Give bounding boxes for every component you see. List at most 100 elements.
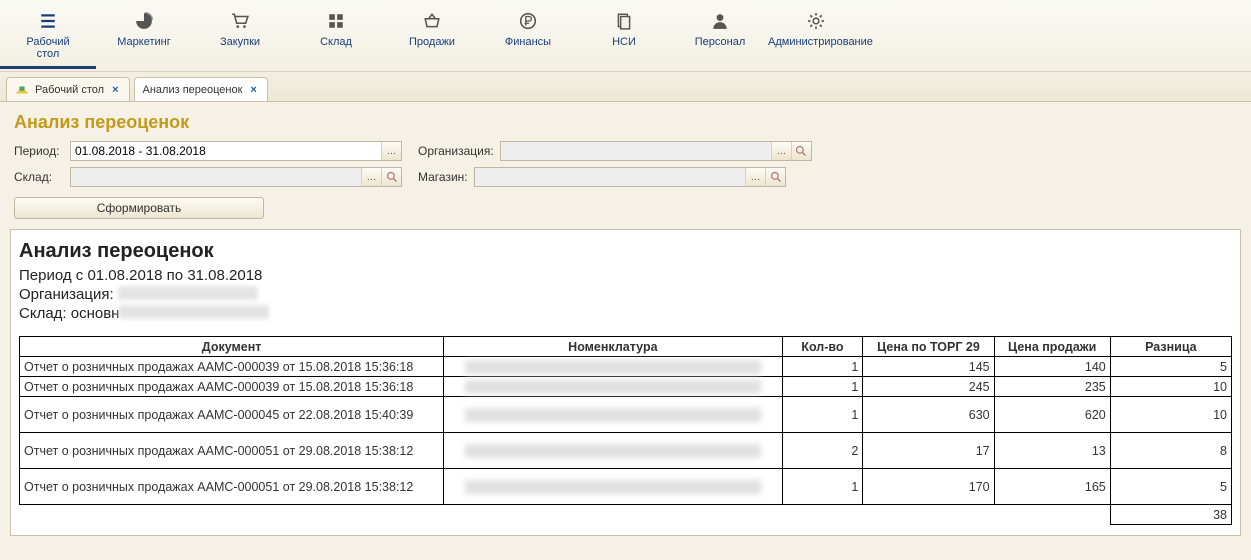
nav-item-cart[interactable]: Закупки: [192, 6, 288, 69]
nav-item-basket[interactable]: Продажи: [384, 6, 480, 69]
col-sale-price: Цена продажи: [994, 337, 1110, 357]
report-org-line: Организация:: [19, 286, 1232, 303]
cell-torg29: 245: [863, 377, 994, 397]
cell-qty: 2: [782, 433, 863, 469]
report-warehouse-line: Склад: основн: [19, 305, 1232, 322]
docs-icon: [576, 10, 672, 32]
warehouse-search-button[interactable]: [381, 168, 401, 186]
org-input[interactable]: [501, 142, 771, 160]
cell-diff: 5: [1110, 469, 1231, 505]
person-icon: [672, 10, 768, 32]
cell-sale: 235: [994, 377, 1110, 397]
ruble-icon: [480, 10, 576, 32]
cell-qty: 1: [782, 377, 863, 397]
store-field[interactable]: …: [474, 167, 786, 187]
table-row: Отчет о розничных продажах ААМС-000039 о…: [20, 377, 1232, 397]
generate-button[interactable]: Сформировать: [14, 197, 264, 219]
store-input[interactable]: [475, 168, 745, 186]
cell-document: Отчет о розничных продажах ААМС-000045 о…: [20, 397, 444, 433]
nav-label: НСИ: [576, 36, 672, 48]
basket-icon: [384, 10, 480, 32]
period-input[interactable]: [71, 142, 381, 160]
nav-item-ruble[interactable]: Финансы: [480, 6, 576, 69]
tab-close-icon[interactable]: ×: [110, 84, 120, 96]
tab-0[interactable]: Рабочий стол ×: [6, 77, 130, 101]
col-document: Документ: [20, 337, 444, 357]
nav-item-pie[interactable]: Маркетинг: [96, 6, 192, 69]
warehouse-field[interactable]: …: [70, 167, 402, 187]
col-quantity: Кол-во: [782, 337, 863, 357]
org-ellipsis-button[interactable]: …: [771, 142, 791, 160]
table-row: Отчет о розничных продажах ААМС-000039 о…: [20, 357, 1232, 377]
nav-label: Персонал: [672, 36, 768, 48]
tab-1[interactable]: Анализ переоценок ×: [134, 77, 268, 101]
cell-diff: 10: [1110, 377, 1231, 397]
cart-icon: [192, 10, 288, 32]
redacted-nomenclature: [465, 360, 761, 374]
nav-item-menu[interactable]: Рабочийстол: [0, 6, 96, 69]
col-nomenclature: Номенклатура: [444, 337, 782, 357]
cell-sale: 140: [994, 357, 1110, 377]
cell-qty: 1: [782, 469, 863, 505]
cell-document: Отчет о розничных продажах ААМС-000039 о…: [20, 357, 444, 377]
redacted-nomenclature: [465, 408, 761, 422]
report-area: Анализ переоценок Период с 01.08.2018 по…: [10, 229, 1241, 536]
redacted-warehouse: [119, 305, 269, 319]
table-row: Отчет о розничных продажах ААМС-000051 о…: [20, 433, 1232, 469]
nav-item-gear[interactable]: Администрирование: [768, 6, 864, 69]
store-search-button[interactable]: [765, 168, 785, 186]
cell-nomenclature: [444, 433, 782, 469]
report-org-prefix: Организация:: [19, 286, 114, 303]
cell-sale: 620: [994, 397, 1110, 433]
nav-item-docs[interactable]: НСИ: [576, 6, 672, 69]
period-ellipsis-button[interactable]: …: [381, 142, 401, 160]
desktop-icon: [15, 83, 29, 97]
page-title: Анализ переоценок: [0, 102, 1251, 141]
org-label: Организация:: [418, 144, 494, 158]
nav-item-person[interactable]: Персонал: [672, 6, 768, 69]
store-ellipsis-button[interactable]: …: [745, 168, 765, 186]
filter-panel: Период: … Организация: … Склад: … Магази…: [0, 141, 1251, 187]
warehouse-ellipsis-button[interactable]: …: [361, 168, 381, 186]
store-label: Магазин:: [418, 170, 468, 184]
warehouse-label: Склад:: [14, 170, 64, 184]
nav-label: Закупки: [192, 36, 288, 48]
nav-label: Администрирование: [768, 36, 864, 48]
grid-icon: [288, 10, 384, 32]
menu-icon: [0, 10, 96, 32]
cell-qty: 1: [782, 397, 863, 433]
period-label: Период:: [14, 144, 64, 158]
org-field[interactable]: …: [500, 141, 812, 161]
nav-label: Склад: [288, 36, 384, 48]
period-field[interactable]: …: [70, 141, 402, 161]
redacted-org: [118, 286, 258, 300]
cell-diff: 10: [1110, 397, 1231, 433]
warehouse-input[interactable]: [71, 168, 361, 186]
redacted-nomenclature: [465, 480, 761, 494]
nav-label: Маркетинг: [96, 36, 192, 48]
tab-close-icon[interactable]: ×: [248, 84, 258, 96]
col-torg29: Цена по ТОРГ 29: [863, 337, 994, 357]
total-diff-cell: 38: [1110, 505, 1231, 525]
nav-label: Финансы: [480, 36, 576, 48]
cell-nomenclature: [444, 469, 782, 505]
cell-qty: 1: [782, 357, 863, 377]
nav-item-grid[interactable]: Склад: [288, 6, 384, 69]
tab-label: Рабочий стол: [35, 84, 104, 96]
tab-strip: Рабочий стол × Анализ переоценок ×: [0, 72, 1251, 102]
search-icon: [795, 145, 807, 157]
report-period-line: Период с 01.08.2018 по 31.08.2018: [19, 267, 1232, 284]
table-total-row: 38: [20, 505, 1232, 525]
org-search-button[interactable]: [791, 142, 811, 160]
cell-sale: 165: [994, 469, 1110, 505]
tab-label: Анализ переоценок: [143, 84, 243, 96]
cell-torg29: 17: [863, 433, 994, 469]
col-difference: Разница: [1110, 337, 1231, 357]
report-table: Документ Номенклатура Кол-во Цена по ТОР…: [19, 336, 1232, 525]
cell-torg29: 145: [863, 357, 994, 377]
search-icon: [386, 171, 398, 183]
cell-nomenclature: [444, 357, 782, 377]
cell-nomenclature: [444, 377, 782, 397]
cell-torg29: 170: [863, 469, 994, 505]
report-title: Анализ переоценок: [19, 240, 1232, 263]
